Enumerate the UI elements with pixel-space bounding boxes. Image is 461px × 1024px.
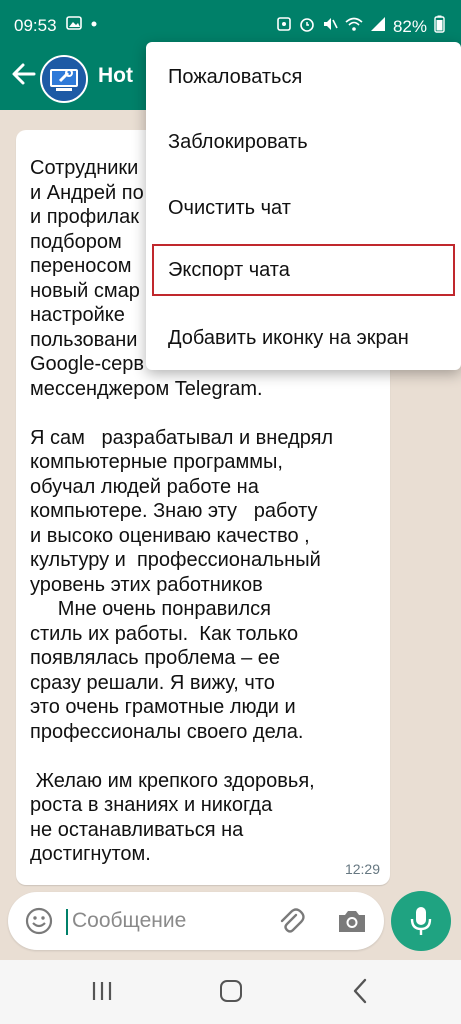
status-notification-icons bbox=[66, 15, 98, 36]
menu-item-export-chat[interactable]: Экспорт чата bbox=[152, 244, 455, 296]
alarm-icon bbox=[276, 16, 292, 37]
status-time: 09:53 bbox=[14, 16, 57, 35]
signal-icon bbox=[370, 16, 386, 37]
text-cursor bbox=[66, 909, 68, 935]
message-input-bar: Сообщение bbox=[8, 892, 384, 950]
wifi-icon bbox=[345, 16, 363, 37]
battery-icon bbox=[434, 15, 445, 38]
emoji-icon[interactable] bbox=[24, 906, 54, 936]
system-back-icon[interactable] bbox=[350, 978, 370, 1004]
attach-icon[interactable] bbox=[276, 906, 306, 936]
camera-icon[interactable] bbox=[336, 906, 368, 936]
message-time: 12:29 bbox=[344, 861, 380, 877]
dot-icon bbox=[90, 15, 98, 36]
system-nav-bar bbox=[0, 960, 461, 1024]
menu-item-add-shortcut[interactable]: Добавить иконку на экран bbox=[146, 312, 461, 364]
image-notification-icon bbox=[66, 15, 82, 36]
battery-percent: 82% bbox=[392, 16, 427, 36]
menu-item-report[interactable]: Пожаловаться bbox=[146, 51, 461, 103]
overflow-menu: Пожаловаться Заблокировать Очистить чат … bbox=[146, 42, 461, 370]
clock-icon bbox=[299, 16, 315, 37]
status-system-icons: 82% bbox=[276, 15, 445, 38]
chat-title[interactable]: Hot bbox=[98, 64, 133, 88]
mute-icon bbox=[322, 16, 338, 37]
recent-apps-icon[interactable] bbox=[90, 980, 114, 1002]
menu-item-block[interactable]: Заблокировать bbox=[146, 116, 461, 168]
voice-message-button[interactable] bbox=[391, 891, 451, 951]
message-input[interactable]: Сообщение bbox=[72, 909, 186, 933]
microphone-icon bbox=[409, 906, 433, 936]
chat-avatar[interactable] bbox=[40, 55, 88, 103]
back-arrow-icon[interactable] bbox=[10, 60, 40, 90]
menu-item-clear-chat[interactable]: Очистить чат bbox=[146, 182, 461, 234]
home-icon[interactable] bbox=[220, 980, 242, 1002]
